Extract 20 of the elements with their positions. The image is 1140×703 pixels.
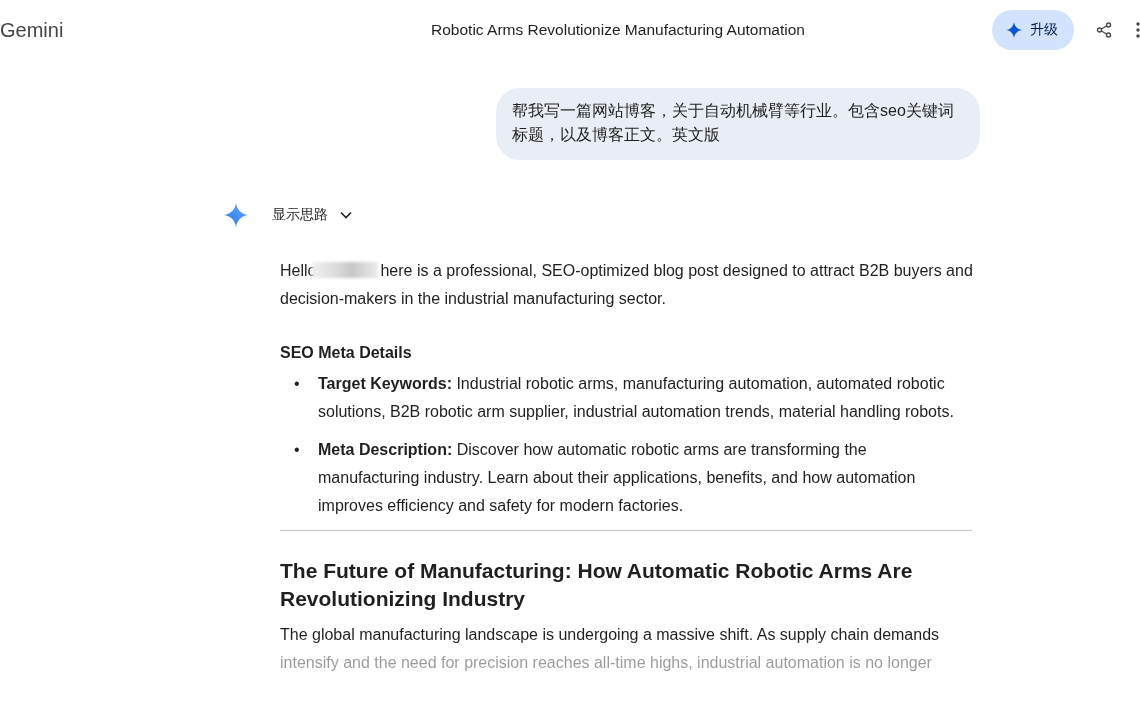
bullet-item: Target Keywords: Industrial robotic arms, manufacturing automation, automated robotic solutions, B2B robotic arm supplier, industrial automation trends, material handling robots. <box>318 374 955 422</box>
gemini-sparkle-icon <box>224 203 248 227</box>
more-button[interactable] <box>1136 22 1140 38</box>
section-title: SEO Meta Details <box>280 343 413 363</box>
more-icon <box>1136 22 1140 38</box>
body-paragraph: The global manufacturing landscape is undergoing a massive shift. As supply chain demands intensify and the need for precision reaches all-time highs, industrial automation is no longer <box>280 625 941 673</box>
bullet-marker: • <box>294 374 301 394</box>
blog-heading: The Future of Manufacturing: How Automatic Robotic Arms Are Revolutionizing Industry <box>280 558 914 612</box>
chevron-icon <box>340 211 352 219</box>
chat-title: Robotic Arms Revolutionize Manufacturing Automation <box>430 21 806 39</box>
upgrade-button[interactable]: 升级 <box>992 10 1074 50</box>
intro-paragraph: Hello here is a professional, SEO-optimized blog post designed to attract B2B buyers and decision-makers in the industrial manufacturing sector. <box>280 261 974 309</box>
sparkle-icon <box>1006 22 1022 38</box>
show-thinking-toggle[interactable]: 显示思路 <box>272 206 352 224</box>
bullet-marker: • <box>294 440 301 460</box>
bullet-item: Meta Description: Discover how automatic robotic arms are transforming the manufacturing industry. Learn about their applications, benefits, and how automation improves efficiency and safety for modern factories. <box>318 440 917 516</box>
share-icon <box>1096 22 1112 38</box>
share-button[interactable] <box>1096 22 1112 38</box>
app-name: Gemini <box>0 18 65 42</box>
user-message: 帮我写一篇网站博客，关于自动机械臂等行业。包含seo关键词标题，以及博客正文。英文版 <box>496 88 980 160</box>
